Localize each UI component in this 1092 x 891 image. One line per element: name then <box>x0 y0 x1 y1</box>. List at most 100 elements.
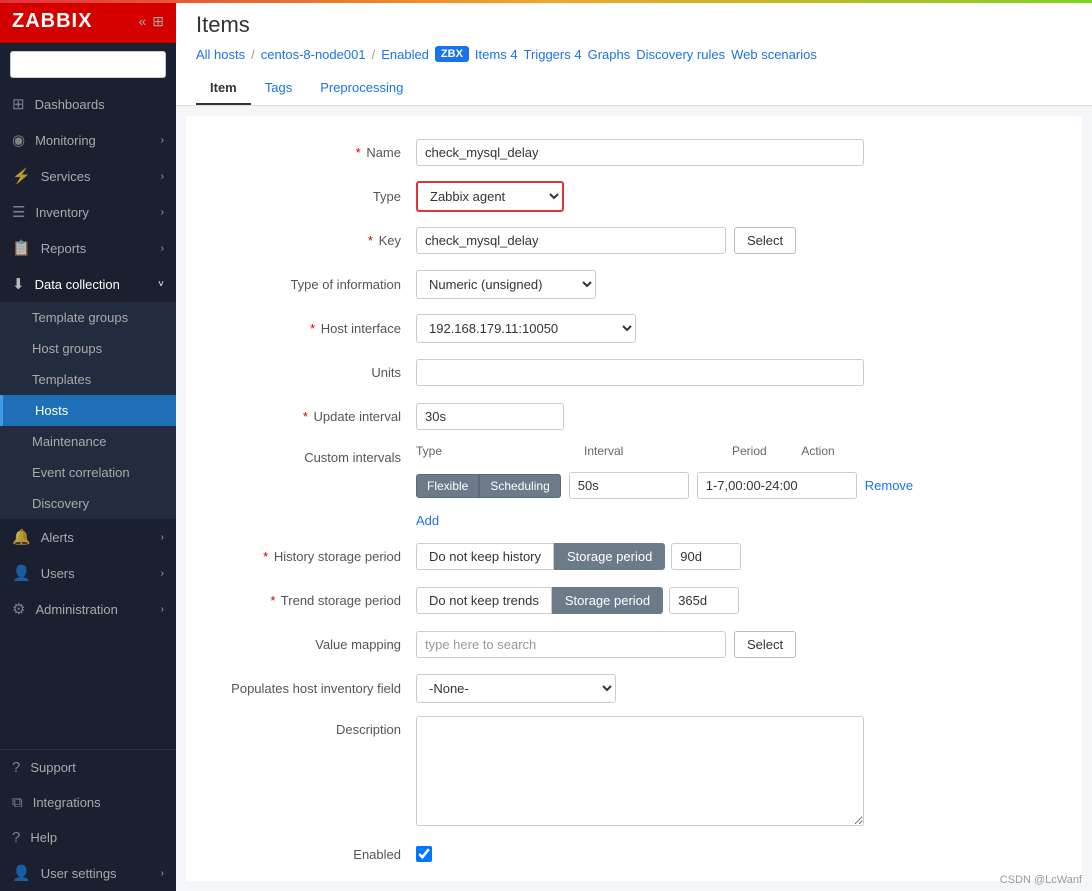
enabled-badge: Enabled <box>381 47 429 62</box>
tab-preprocessing[interactable]: Preprocessing <box>306 72 417 105</box>
key-field: Select <box>416 227 1052 254</box>
sidebar: ZABBIX « ⊞ ⊞ Dashboards ◉ Monitoring › ⚡… <box>0 0 176 891</box>
breadcrumb-items[interactable]: Items 4 <box>475 47 518 62</box>
trend-storage-button[interactable]: Storage period <box>552 587 663 614</box>
breadcrumb-triggers[interactable]: Triggers 4 <box>524 47 582 62</box>
trend-field: Do not keep trends Storage period <box>416 587 1052 614</box>
help-icon: ? <box>12 829 20 846</box>
grid-icon[interactable]: ⊞ <box>152 13 164 30</box>
value-mapping-input[interactable] <box>416 631 726 658</box>
sidebar-item-data-collection[interactable]: ⬇ Data collection ˅ <box>0 266 176 302</box>
breadcrumb-sep1: / <box>251 47 255 62</box>
sidebar-item-integrations[interactable]: ⧉ Integrations <box>0 785 176 820</box>
key-row: * Key Select <box>216 224 1052 256</box>
type-info-field: Numeric (unsigned) <box>416 270 1052 299</box>
history-storage-button[interactable]: Storage period <box>554 543 665 570</box>
ci-interval-input[interactable] <box>569 472 689 499</box>
tab-tags[interactable]: Tags <box>251 72 306 105</box>
sidebar-item-help[interactable]: ? Help <box>0 820 176 855</box>
description-textarea[interactable] <box>416 716 864 826</box>
history-no-keep-button[interactable]: Do not keep history <box>416 543 554 570</box>
value-mapping-row: Value mapping Select <box>216 628 1052 660</box>
enabled-field <box>416 846 1052 862</box>
sidebar-item-hosts[interactable]: Hosts <box>0 395 176 426</box>
key-input[interactable] <box>416 227 726 254</box>
name-row: * Name <box>216 136 1052 168</box>
ci-period-input[interactable] <box>697 472 857 499</box>
custom-interval-row-1: Flexible Scheduling Remove <box>416 472 913 499</box>
sidebar-item-administration[interactable]: ⚙ Administration › <box>0 591 176 627</box>
enabled-label: Enabled <box>216 847 416 862</box>
value-mapping-field: Select <box>416 631 1052 658</box>
populates-select[interactable]: -None- <box>416 674 616 703</box>
sidebar-item-event-correlation[interactable]: Event correlation <box>0 457 176 488</box>
sidebar-item-inventory[interactable]: ☰ Inventory › <box>0 194 176 230</box>
host-interface-select[interactable]: 192.168.179.11:10050 <box>416 314 636 343</box>
key-select-button[interactable]: Select <box>734 227 796 254</box>
integrations-icon: ⧉ <box>12 794 23 811</box>
breadcrumb-all-hosts[interactable]: All hosts <box>196 47 245 62</box>
required-star: * <box>263 549 268 564</box>
ci-remove-link[interactable]: Remove <box>865 478 913 493</box>
sidebar-item-alerts[interactable]: 🔔 Alerts › <box>0 519 176 555</box>
type-select[interactable]: Zabbix agent <box>416 181 564 212</box>
name-input[interactable] <box>416 139 864 166</box>
chevron-right-icon: › <box>161 135 164 146</box>
footer-note: CSDN @LcWanf <box>1000 874 1082 886</box>
monitoring-icon: ◉ <box>12 131 25 149</box>
trend-no-keep-button[interactable]: Do not keep trends <box>416 587 552 614</box>
sidebar-item-monitoring[interactable]: ◉ Monitoring › <box>0 122 176 158</box>
ci-add-link[interactable]: Add <box>416 513 439 528</box>
support-icon: ? <box>12 759 20 776</box>
chevron-right-icon: › <box>161 171 164 182</box>
ci-period-header: Period <box>732 444 767 458</box>
sidebar-item-templates[interactable]: Templates <box>0 364 176 395</box>
chevron-right-icon: › <box>161 243 164 254</box>
sidebar-item-user-settings[interactable]: 👤 User settings › <box>0 855 176 891</box>
sidebar-item-label: Reports <box>41 241 87 256</box>
units-input[interactable] <box>416 359 864 386</box>
data-collection-icon: ⬇ <box>12 275 25 293</box>
chevron-down-icon: ˅ <box>158 279 164 290</box>
reports-icon: 📋 <box>12 239 31 257</box>
trend-value-input[interactable] <box>669 587 739 614</box>
sidebar-item-dashboards[interactable]: ⊞ Dashboards <box>0 86 176 122</box>
sidebar-item-host-groups[interactable]: Host groups <box>0 333 176 364</box>
breadcrumb-discovery[interactable]: Discovery rules <box>636 47 725 62</box>
breadcrumb-host[interactable]: centos-8-node001 <box>261 47 366 62</box>
update-interval-input[interactable] <box>416 403 564 430</box>
search-input[interactable] <box>10 51 166 78</box>
sidebar-item-label: Inventory <box>35 205 88 220</box>
sidebar-item-reports[interactable]: 📋 Reports › <box>0 230 176 266</box>
trend-label: * Trend storage period <box>216 593 416 608</box>
sidebar-item-template-groups[interactable]: Template groups <box>0 302 176 333</box>
type-label: Type <box>216 189 416 204</box>
trend-row: * Trend storage period Do not keep trend… <box>216 584 1052 616</box>
sidebar-item-discovery[interactable]: Discovery <box>0 488 176 519</box>
page-title: Items <box>196 12 1072 38</box>
breadcrumb-web[interactable]: Web scenarios <box>731 47 817 62</box>
page-header: Items All hosts / centos-8-node001 / Ena… <box>176 0 1092 106</box>
description-row: Description <box>216 716 1052 826</box>
type-info-select[interactable]: Numeric (unsigned) <box>416 270 596 299</box>
value-mapping-select-button[interactable]: Select <box>734 631 796 658</box>
flexible-button[interactable]: Flexible <box>416 474 479 498</box>
populates-row: Populates host inventory field -None- <box>216 672 1052 704</box>
custom-intervals-field: Type Interval Period Action Flexible Sch… <box>416 444 1052 528</box>
intervals-header: Type Interval Period Action <box>416 444 835 458</box>
scheduling-button[interactable]: Scheduling <box>479 474 560 498</box>
sidebar-item-services[interactable]: ⚡ Services › <box>0 158 176 194</box>
item-form: * Name Type Zabbix agent * Key <box>186 116 1082 881</box>
data-collection-submenu: Template groups Host groups Templates Ho… <box>0 302 176 519</box>
units-row: Units <box>216 356 1052 388</box>
enabled-checkbox[interactable] <box>416 846 432 862</box>
sidebar-item-maintenance[interactable]: Maintenance <box>0 426 176 457</box>
sidebar-item-support[interactable]: ? Support <box>0 750 176 785</box>
history-value-input[interactable] <box>671 543 741 570</box>
breadcrumb-graphs[interactable]: Graphs <box>588 47 631 62</box>
units-field <box>416 359 1052 386</box>
collapse-icon[interactable]: « <box>138 13 146 30</box>
sidebar-item-users[interactable]: 👤 Users › <box>0 555 176 591</box>
tab-item[interactable]: Item <box>196 72 251 105</box>
sidebar-item-label: Monitoring <box>35 133 96 148</box>
